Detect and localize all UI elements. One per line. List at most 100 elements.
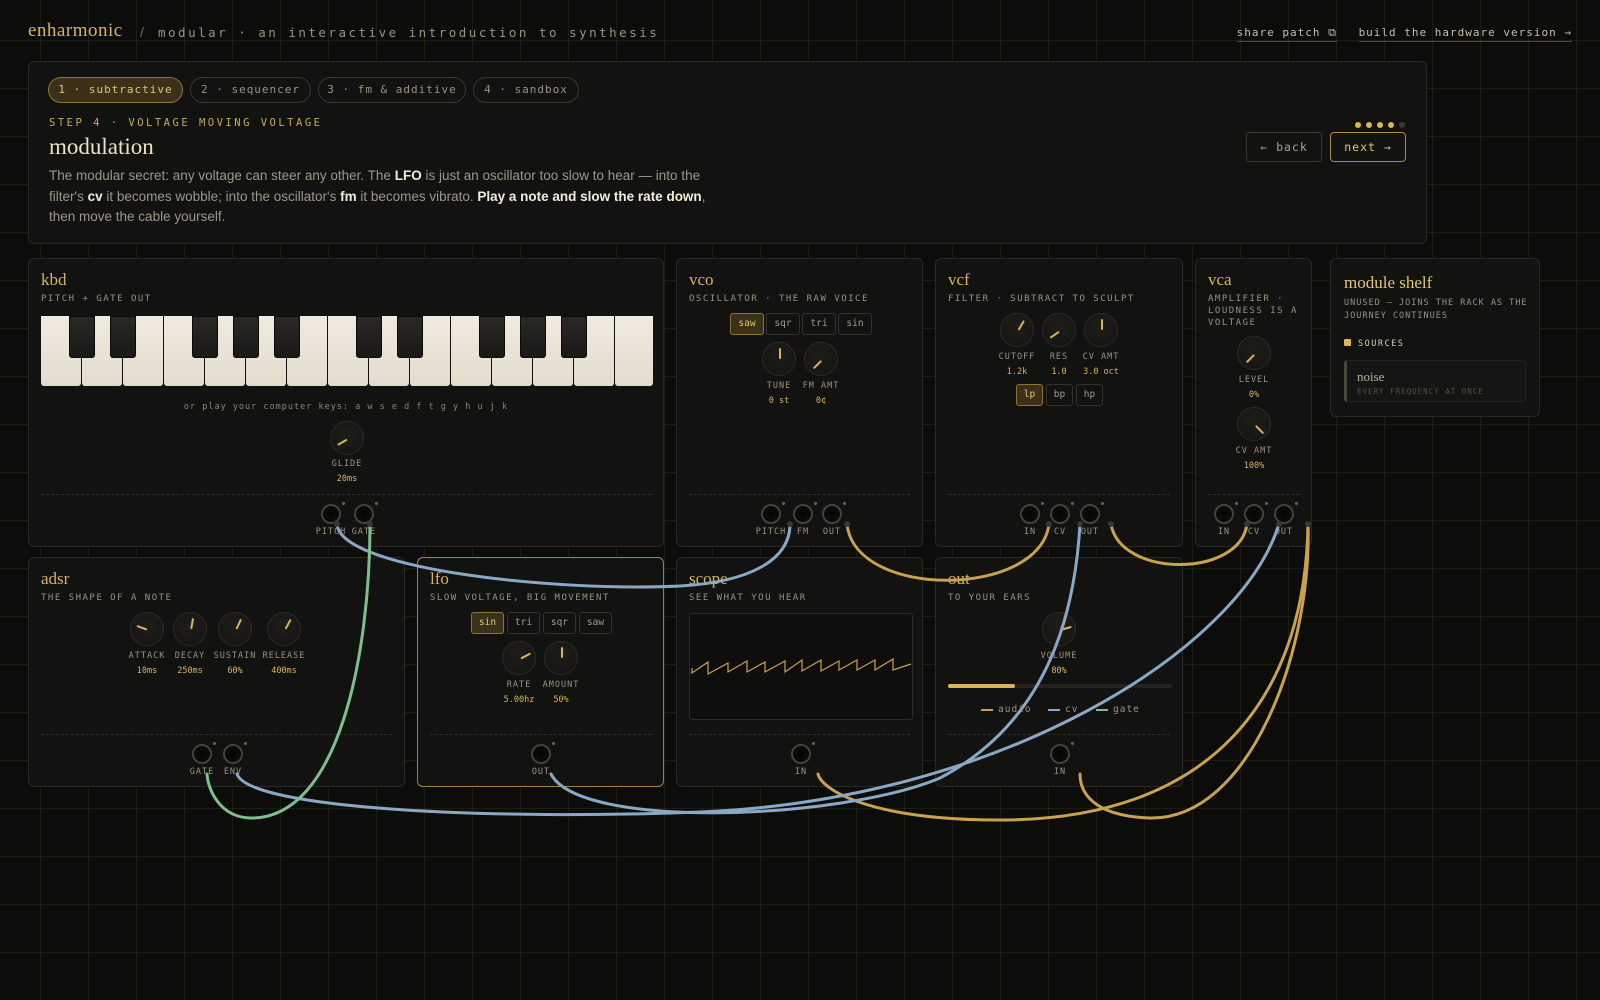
vcf-cv-jack[interactable] [1050,502,1074,524]
audio-swatch [981,708,993,711]
black-key[interactable] [192,316,218,358]
share-patch-link[interactable]: share patch ⧉ [1236,26,1337,42]
jack-label: GATE [351,527,377,537]
shelf-item-noise[interactable]: noise EVERY FREQUENCY AT ONCE [1344,360,1526,402]
module-subtitle: FILTER · SUBTRACT TO SCULPT [948,294,1135,304]
glide-knob[interactable] [330,421,364,455]
white-key[interactable] [615,316,653,386]
divider [948,494,1170,495]
keyboard-hint: or play your computer keys: a w s e d f … [183,402,509,412]
vca-out-jack[interactable] [1274,502,1298,524]
lfo-wave-tri-button[interactable]: tri [507,612,540,634]
module-title: out [948,569,970,588]
module-title: vca [1208,270,1232,289]
amount-knob[interactable] [544,641,578,675]
divider [689,734,910,735]
build-hardware-link[interactable]: build the hardware version → [1358,26,1572,42]
sustain-knob[interactable] [218,612,252,646]
knob-value: 50% [553,695,569,705]
lesson-title: modulation [49,134,154,159]
black-key[interactable] [110,316,136,358]
fm-in-jack[interactable] [793,502,817,524]
black-key[interactable] [356,316,382,358]
gate-out-jack[interactable] [354,502,378,524]
black-key[interactable] [274,316,300,358]
cv-swatch [1048,708,1060,711]
vcf-out-jack[interactable] [1080,502,1104,524]
piano-keyboard[interactable] [41,259,653,389]
rate-knob[interactable] [502,641,536,675]
module-shelf: module shelf UNUSED — JOINS THE RACK AS … [1330,258,1540,417]
jack-label: IN [1053,767,1067,777]
out-in-jack[interactable] [1050,742,1074,764]
vca-cv-amount-knob[interactable] [1237,407,1271,441]
progress-dot [1366,122,1372,128]
section-label: SOURCES [1358,339,1405,349]
wave-tri-button[interactable]: tri [802,313,836,335]
module-title: vcf [948,270,970,289]
decay-knob[interactable] [173,612,207,646]
level-knob[interactable] [1237,336,1271,370]
module-subtitle: SEE WHAT YOU HEAR [689,593,807,603]
lfo-wave-saw-button[interactable]: saw [579,612,612,634]
module-subtitle: TO YOUR EARS [948,593,1032,603]
module-lfo: lfo SLOW VOLTAGE, BIG MOVEMENT sin tri s… [417,557,664,787]
cutoff-knob[interactable] [1000,313,1034,347]
legend-cv: cv [1048,704,1078,715]
wave-sin-button[interactable]: sin [838,313,872,335]
back-button[interactable]: ← back [1246,132,1322,162]
module-vco: vco OSCILLATOR · THE RAW VOICE saw sqr t… [676,258,923,547]
attack-knob[interactable] [130,612,164,646]
black-key[interactable] [69,316,95,358]
tab-subtractive[interactable]: 1 · subtractive [48,77,183,103]
release-knob[interactable] [267,612,301,646]
fm-amount-knob[interactable] [804,342,838,376]
resonance-knob[interactable] [1042,313,1076,347]
tab-sandbox[interactable]: 4 · sandbox [473,77,579,103]
tab-fm-additive[interactable]: 3 · fm & additive [318,77,466,103]
black-key[interactable] [520,316,546,358]
tab-sequencer[interactable]: 2 · sequencer [190,77,311,103]
wave-sqr-button[interactable]: sqr [766,313,800,335]
legend-gate: gate [1096,704,1140,715]
volume-knob[interactable] [1042,612,1076,646]
mode-lp-button[interactable]: lp [1016,384,1043,406]
vca-cv-jack[interactable] [1244,502,1268,524]
gate-swatch [1096,708,1108,711]
mode-hp-button[interactable]: hp [1076,384,1103,406]
vcf-in-jack[interactable] [1020,502,1044,524]
lfo-out-jack[interactable] [531,742,555,764]
jack-label: OUT [822,527,842,537]
module-subtitle: AMPLIFIER · LOUDNESS IS A VOLTAGE [1208,294,1298,328]
scope-in-jack[interactable] [791,742,815,764]
black-key[interactable] [233,316,259,358]
shelf-title: module shelf [1344,273,1433,292]
vca-in-jack[interactable] [1214,502,1238,524]
lfo-wave-sqr-button[interactable]: sqr [543,612,576,634]
mode-bp-button[interactable]: bp [1046,384,1073,406]
module-out: out TO YOUR EARS VOLUME 80% audio cv gat… [935,557,1183,787]
black-key[interactable] [561,316,587,358]
black-key[interactable] [479,316,505,358]
pitch-in-jack[interactable] [761,502,785,524]
adsr-gate-in-jack[interactable] [192,742,216,764]
module-title: vco [689,270,714,289]
tune-knob[interactable] [762,342,796,376]
next-button[interactable]: next → [1330,132,1406,162]
vco-out-jack[interactable] [822,502,846,524]
knob-label: GLIDE [331,459,363,469]
module-subtitle: OSCILLATOR · THE RAW VOICE [689,294,869,304]
module-vca: vca AMPLIFIER · LOUDNESS IS A VOLTAGE LE… [1195,258,1312,547]
output-level-fill [948,684,1016,688]
step-label: STEP 4 · VOLTAGE MOVING VOLTAGE [49,117,323,129]
lfo-wave-sin-button[interactable]: sin [471,612,504,634]
jack-label: ENV [223,767,243,777]
black-key[interactable] [397,316,423,358]
brand-logo[interactable]: enharmonic [28,20,123,42]
cv-amount-knob[interactable] [1084,313,1118,347]
wave-saw-button[interactable]: saw [730,313,764,335]
adsr-env-out-jack[interactable] [223,742,247,764]
pitch-out-jack[interactable] [321,502,345,524]
module-subtitle: SLOW VOLTAGE, BIG MOVEMENT [430,593,610,603]
shelf-item-desc: EVERY FREQUENCY AT ONCE [1357,387,1484,396]
